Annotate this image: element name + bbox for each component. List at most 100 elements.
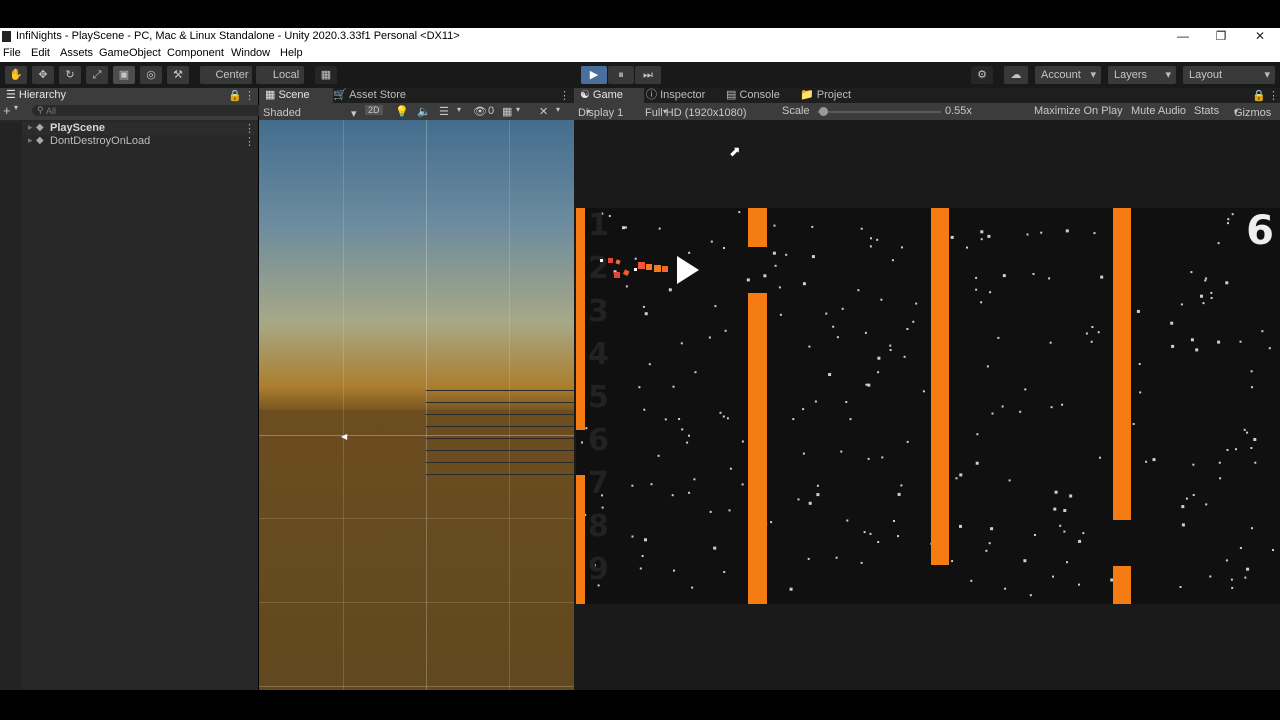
- star: [807, 557, 810, 560]
- game-viewport[interactable]: 1 2 3 4 5 6 7 8 9 6: [576, 208, 1280, 604]
- item-menu-icon[interactable]: ⋮: [244, 122, 255, 135]
- chevron-down-icon: ▾: [1234, 107, 1239, 116]
- scale-slider-handle[interactable]: [819, 107, 829, 116]
- star: [889, 349, 892, 351]
- star: [1023, 559, 1027, 563]
- step-button[interactable]: ⏭: [635, 66, 661, 84]
- grid-line: [259, 518, 574, 519]
- item-menu-icon[interactable]: ⋮: [244, 135, 255, 148]
- chevron-down-icon: ▾: [351, 108, 357, 120]
- close-button[interactable]: ✕: [1245, 28, 1275, 46]
- chevron-down-icon[interactable]: ▾: [14, 103, 18, 112]
- visibility-icon[interactable]: 👁: [473, 105, 487, 118]
- tab-asset-store-label: Asset Store: [349, 89, 407, 101]
- star: [1204, 279, 1207, 282]
- star: [726, 417, 729, 420]
- star: [1090, 340, 1093, 343]
- maximize-button[interactable]: ❐: [1206, 28, 1236, 46]
- chevron-down-icon[interactable]: ▾: [457, 105, 461, 114]
- star: [694, 371, 697, 374]
- audio-icon[interactable]: 🔈: [417, 105, 431, 118]
- account-dropdown[interactable]: Account: [1035, 66, 1101, 84]
- tools-icon[interactable]: ✕: [539, 105, 548, 118]
- snap-icon[interactable]: ▦: [315, 66, 337, 84]
- play-button[interactable]: ▶: [581, 66, 607, 84]
- scene-viewport[interactable]: ◀: [259, 120, 574, 690]
- scale-value: 0.55x: [945, 105, 972, 117]
- tab-scene-label: Scene: [278, 89, 310, 101]
- pivot-local-label: Local: [272, 69, 300, 81]
- layers-dropdown[interactable]: Layers: [1108, 66, 1176, 84]
- star: [985, 549, 988, 552]
- menu-edit[interactable]: Edit: [31, 47, 50, 59]
- chevron-down-icon[interactable]: ▾: [516, 105, 520, 114]
- expand-arrow-icon[interactable]: ▸: [28, 122, 33, 133]
- tab-inspector[interactable]: ⓘ Inspector: [640, 88, 711, 103]
- lighting-icon[interactable]: 💡: [395, 105, 409, 118]
- tab-scene[interactable]: ▦ Scene: [259, 88, 333, 103]
- stats-toggle[interactable]: Stats: [1194, 105, 1219, 117]
- rotate-icon[interactable]: ↻: [59, 66, 81, 84]
- minimize-button[interactable]: —: [1168, 28, 1198, 46]
- maximize-on-play-toggle[interactable]: Maximize On Play: [1034, 105, 1123, 117]
- menu-assets[interactable]: Assets: [60, 47, 93, 59]
- star: [643, 408, 646, 411]
- tab-hierarchy[interactable]: ☰ Hierarchy: [0, 88, 258, 103]
- tab-asset-store[interactable]: 🛒 Asset Store: [327, 88, 412, 103]
- menu-component[interactable]: Component: [167, 47, 224, 59]
- panel-menu-icon[interactable]: ⋮: [244, 89, 255, 102]
- panel-menu-icon[interactable]: ⋮: [1268, 89, 1279, 102]
- menu-gameobject[interactable]: GameObject: [99, 47, 161, 59]
- star: [664, 418, 667, 421]
- panel-menu-icon[interactable]: ⋮: [559, 89, 570, 102]
- player-trail: [600, 256, 699, 284]
- mute-audio-toggle[interactable]: Mute Audio: [1131, 105, 1186, 117]
- custom-tool-icon[interactable]: ⚒: [167, 66, 189, 84]
- effects-icon[interactable]: ☰: [439, 105, 449, 118]
- pivot-local-toggle[interactable]: Local: [256, 66, 304, 84]
- hierarchy-item-playscene[interactable]: ▸ ◆ PlayScene ⋮: [0, 122, 258, 135]
- transform-icon[interactable]: ◎: [140, 66, 162, 84]
- star: [789, 587, 793, 591]
- tab-project[interactable]: 📁 Project: [794, 88, 857, 103]
- scale-icon[interactable]: ⤢: [86, 66, 108, 84]
- grid-toggle-icon[interactable]: ▦: [502, 105, 512, 118]
- hand-icon[interactable]: ✋: [5, 66, 27, 84]
- move-icon[interactable]: ✥: [32, 66, 54, 84]
- window-title-bar[interactable]: InfiNights - PlayScene - PC, Mac & Linux…: [0, 28, 1280, 46]
- tab-console[interactable]: ▤ Console: [720, 88, 786, 103]
- search-icon: ⚲: [37, 105, 44, 115]
- menu-help[interactable]: Help: [280, 47, 303, 59]
- star: [648, 363, 651, 366]
- tab-game[interactable]: ☯ Game: [574, 88, 644, 103]
- star: [990, 527, 994, 531]
- rect-icon[interactable]: ▣: [113, 66, 135, 84]
- cloud-icon[interactable]: ☁: [1004, 66, 1028, 84]
- collab-icon[interactable]: ⚙: [971, 66, 993, 84]
- star: [1029, 594, 1032, 597]
- expand-arrow-icon[interactable]: ▸: [28, 135, 33, 146]
- lock-icon[interactable]: 🔒: [228, 89, 242, 102]
- star: [1049, 341, 1052, 344]
- pivot-center-toggle[interactable]: Center: [200, 66, 252, 84]
- pivot-center-label: Center: [215, 69, 249, 81]
- star: [1078, 583, 1080, 586]
- menu-file[interactable]: File: [3, 47, 21, 59]
- menu-window[interactable]: Window: [231, 47, 270, 59]
- star: [763, 274, 767, 278]
- hierarchy-search-input[interactable]: [32, 105, 266, 116]
- object-gizmo-icon[interactable]: ◀: [341, 432, 347, 441]
- chevron-down-icon[interactable]: ▾: [556, 105, 560, 114]
- star: [864, 331, 867, 334]
- hierarchy-item-dontdestroyonload[interactable]: ▸ ◆ DontDestroyOnLoad ⋮: [0, 135, 258, 148]
- star: [870, 237, 872, 240]
- 2d-toggle[interactable]: 2D: [365, 105, 383, 115]
- star: [1227, 218, 1230, 221]
- layout-dropdown[interactable]: Layout: [1183, 66, 1275, 84]
- star: [811, 255, 815, 259]
- lock-icon[interactable]: 🔒: [1252, 89, 1266, 102]
- add-button[interactable]: +: [3, 103, 11, 118]
- pause-button[interactable]: ⏸: [608, 66, 634, 84]
- info-icon: ⓘ: [646, 89, 661, 101]
- scale-slider-track[interactable]: [817, 111, 941, 113]
